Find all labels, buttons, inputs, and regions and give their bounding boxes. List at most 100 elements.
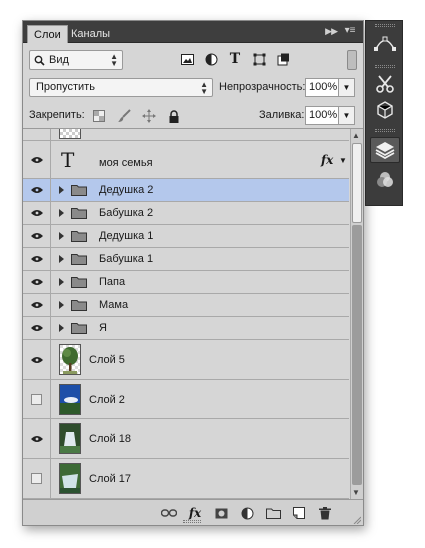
visibility-toggle-empty[interactable] [23,380,51,418]
eye-icon[interactable] [23,225,51,247]
scroll-down-icon[interactable]: ▼ [352,488,360,497]
filter-smart-object-icon[interactable] [275,51,291,67]
paths-pen-icon[interactable] [370,31,400,57]
resize-grip[interactable] [183,520,201,523]
filter-adjustment-icon[interactable] [203,51,219,67]
filter-type-icon[interactable]: T [227,51,243,67]
layers-stack-icon[interactable] [370,137,400,163]
expand-triangle-icon[interactable] [59,255,64,263]
blend-row: Пропустить ▲ ▼ Непрозрачность: 100% ▼ [23,75,363,103]
layer-name: Бабушка 1 [99,253,154,265]
folder-icon [71,207,87,222]
layer-row[interactable]: Слой 5 [23,340,349,380]
visibility-toggle-empty[interactable] [23,459,51,498]
eye-icon[interactable] [23,271,51,293]
layer-name: Папа [99,276,126,288]
layer-row[interactable]: Слой 18 [23,419,349,459]
dock-grip[interactable] [375,65,395,68]
layer-row-partial[interactable] [23,129,349,141]
filter-shape-icon[interactable] [251,51,267,67]
blend-mode-select[interactable]: Пропустить ▲ ▼ [29,78,213,97]
layers-panel: Слои Каналы ▶▶ ▾≡ Вид ▲ ▼ T Пропустить ▲ ▼… [22,20,364,526]
tab-layers[interactable]: Слои [27,25,68,43]
corner-resize-handle[interactable] [353,515,362,525]
folder-icon [71,253,87,268]
eye-icon[interactable] [23,179,51,201]
layer-row[interactable]: Папа [23,271,349,294]
layer-name: Слой 17 [89,473,132,485]
delete-layer-trash-icon[interactable] [317,505,333,521]
lock-position-move-icon[interactable] [141,108,157,124]
opacity-field[interactable]: 100% [305,78,339,97]
eye-icon[interactable] [23,317,51,339]
fx-icon[interactable]: fx [187,505,203,521]
scroll-up-icon[interactable]: ▲ [352,131,360,140]
new-layer-icon[interactable] [291,505,307,521]
eye-icon[interactable] [23,340,51,379]
chevron-updown-icon: ▲ ▼ [110,52,118,68]
text-layer-icon: T [61,148,75,172]
layer-row[interactable]: Дедушка 1 [23,225,349,248]
fill-label: Заливка: [259,109,305,121]
layer-row[interactable]: Бабушка 2 [23,202,349,225]
folder-icon [71,322,87,337]
tools-scissors-icon[interactable] [370,71,400,97]
layer-row[interactable]: Мама [23,294,349,317]
layer-row[interactable]: T моя семья fx ▼ [23,141,349,179]
layer-row[interactable]: Бабушка 1 [23,248,349,271]
scroll-thumb[interactable] [352,143,362,223]
3d-cube-icon[interactable] [370,97,400,123]
layer-row[interactable]: Слой 2 [23,380,349,419]
lock-all-icon[interactable] [166,108,182,124]
layer-row[interactable]: Я [23,317,349,340]
filter-kind-select[interactable]: Вид ▲ ▼ [29,50,123,70]
lock-transparency-icon[interactable] [91,108,107,124]
chevron-down-icon[interactable]: ▼ [339,156,347,165]
filter-row: Вид ▲ ▼ T [23,45,363,73]
eye-icon[interactable] [23,141,51,178]
folder-icon [71,276,87,291]
eye-icon[interactable] [23,294,51,316]
dock-grip[interactable] [375,24,395,27]
layer-thumbnail-waterfall2 [59,463,81,494]
lock-pixels-brush-icon[interactable] [116,108,132,124]
layer-name: Слой 5 [89,354,125,366]
channels-rgb-icon[interactable] [370,167,400,193]
panel-tabbar: Слои Каналы ▶▶ ▾≡ [23,21,363,43]
lock-row: Закрепить: Заливка: 100% ▼ [23,103,363,129]
collapse-icon[interactable]: ▶▶ [325,26,338,37]
expand-triangle-icon[interactable] [59,186,64,194]
layer-row[interactable]: Дедушка 2 [23,179,349,202]
layer-thumbnail-tree [59,344,81,375]
fill-field[interactable]: 100% [305,106,339,125]
opacity-dropdown-icon[interactable]: ▼ [339,78,355,97]
visibility-empty[interactable] [23,129,51,140]
eye-icon[interactable] [23,419,51,458]
layer-thumbnail [59,129,81,139]
filter-toggle-switch[interactable] [347,50,357,70]
expand-triangle-icon[interactable] [59,209,64,217]
scroll-track[interactable] [352,225,362,485]
new-group-folder-icon[interactable] [265,505,281,521]
layers-scrollbar[interactable]: ▲ ▼ [350,129,363,499]
tab-channels[interactable]: Каналы [65,25,116,43]
link-layers-icon[interactable] [161,505,177,521]
dock-grip[interactable] [375,129,395,132]
fill-dropdown-icon[interactable]: ▼ [339,106,355,125]
expand-triangle-icon[interactable] [59,301,64,309]
layer-name: Слой 18 [89,433,132,445]
layer-row[interactable]: Слой 17 [23,459,349,499]
lock-label: Закрепить: [29,109,85,121]
eye-icon[interactable] [23,248,51,270]
panel-menu-icon[interactable]: ▾≡ [341,25,359,39]
expand-triangle-icon[interactable] [59,232,64,240]
expand-triangle-icon[interactable] [59,278,64,286]
adjustment-layer-icon[interactable] [239,505,255,521]
expand-triangle-icon[interactable] [59,324,64,332]
fx-icon[interactable]: fx [321,153,333,167]
add-mask-icon[interactable] [213,505,229,521]
eye-icon[interactable] [23,202,51,224]
layer-name: моя семья [99,157,153,169]
filter-pixel-icon[interactable] [179,51,195,67]
collapsed-panels-strip [365,20,403,206]
